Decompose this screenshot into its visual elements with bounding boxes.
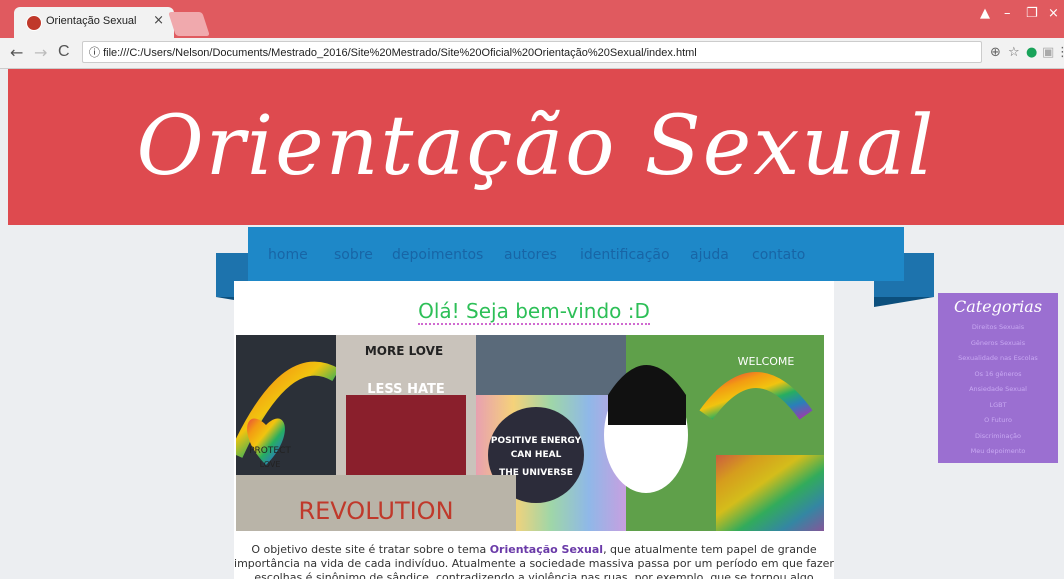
category-direitos-sexuais[interactable]: Direitos Sexuais [938,320,1058,336]
category-meu-depoimento[interactable]: Meu depoimento [938,444,1058,460]
info-icon[interactable]: ⓘ [89,47,100,59]
collage-text-positive-energy: POSITIVE ENERGY [491,436,582,446]
back-icon[interactable]: ← [10,43,23,62]
nav-contato[interactable]: contato [752,247,805,263]
intro-bold: Orientação Sexual [489,543,604,556]
collage-svg: PROTECT LOVE MORE LOVE LESS HATE POSITIV… [236,335,824,531]
category-generos-sexuais[interactable]: Gêneros Sexuais [938,336,1058,352]
reload-icon[interactable]: C [58,43,70,61]
collage-text-more-love: MORE LOVE [365,344,443,358]
nav-ajuda[interactable]: ajuda [690,247,729,263]
hero-collage-image: PROTECT LOVE MORE LOVE LESS HATE POSITIV… [236,335,824,531]
intro-pre: O objetivo deste site é tratar sobre o t… [251,543,490,556]
collage-text-revolution: REVOLUTION [298,497,453,525]
collage-text-love: LOVE [260,460,281,469]
collage-text-protect: PROTECT [249,446,291,456]
categories-sidebar: Categorias Direitos Sexuais Gêneros Sexu… [938,293,1058,463]
browser-tab-strip: Orientação Sexual × ▲ – ❐ × [0,0,1064,38]
collage-text-universe: THE UNIVERSE [499,468,573,478]
extension-2-icon[interactable]: ▣ [1042,45,1054,60]
nav-identificacao[interactable]: identificação [580,247,670,263]
category-o-futuro[interactable]: O Futuro [938,413,1058,429]
tab-title: Orientação Sexual [46,15,137,27]
site-title: Orientação Sexual [136,99,936,194]
category-16-generos[interactable]: Os 16 gêneros [938,367,1058,383]
nav-autores[interactable]: autores [504,247,557,263]
category-sexualidade-escolas[interactable]: Sexualidade nas Escolas [938,351,1058,367]
browser-toolbar: ← → C ⓘ file:///C:/Users/Nelson/Document… [0,38,1064,69]
welcome-heading: Olá! Seja bem-vindo :D [234,299,834,325]
ribbon-fold-right [874,297,934,307]
browser-tab[interactable]: Orientação Sexual × [14,7,174,38]
main-content: Olá! Seja bem-vindo :D PROTECT LOVE MORE… [234,281,834,579]
category-lgbt[interactable]: LGBT [938,398,1058,414]
nav-home[interactable]: home [268,247,308,263]
welcome-text: Olá! Seja bem-vindo :D [418,299,650,325]
tab-close-icon[interactable]: × [153,13,164,28]
restore-icon[interactable]: ❐ [1026,6,1038,21]
page-viewport: Orientação Sexual home sobre depoimentos… [8,69,1064,579]
chrome-menu-icon[interactable]: ⋮ [1056,45,1064,60]
nav-sobre[interactable]: sobre [334,247,373,263]
intro-paragraph: O objetivo deste site é tratar sobre o t… [234,543,834,579]
collage-text-welcome: WELCOME [738,355,795,368]
address-bar[interactable]: ⓘ file:///C:/Users/Nelson/Documents/Mest… [82,41,982,63]
nav-depoimentos[interactable]: depoimentos [392,247,483,263]
forward-icon[interactable]: → [34,43,47,62]
bookmark-star-icon[interactable]: ☆ [1008,45,1020,60]
favicon-icon [26,15,42,31]
new-tab-button[interactable] [168,12,210,36]
category-ansiedade-sexual[interactable]: Ansiedade Sexual [938,382,1058,398]
url-text: file:///C:/Users/Nelson/Documents/Mestra… [103,47,697,59]
profile-icon[interactable]: ▲ [980,6,990,21]
site-header: Orientação Sexual [8,69,1064,225]
zoom-icon[interactable]: ⊕ [990,45,1001,60]
collage-text-can-heal: CAN HEAL [511,450,562,460]
main-nav: home sobre depoimentos autores identific… [248,227,904,281]
close-window-icon[interactable]: × [1048,6,1059,21]
collage-text-less-hate: LESS HATE [367,382,445,397]
minimize-icon[interactable]: – [1004,6,1011,21]
categories-title: Categorias [953,297,1043,316]
category-discriminacao[interactable]: Discriminação [938,429,1058,445]
extension-icon[interactable]: ● [1026,45,1037,60]
